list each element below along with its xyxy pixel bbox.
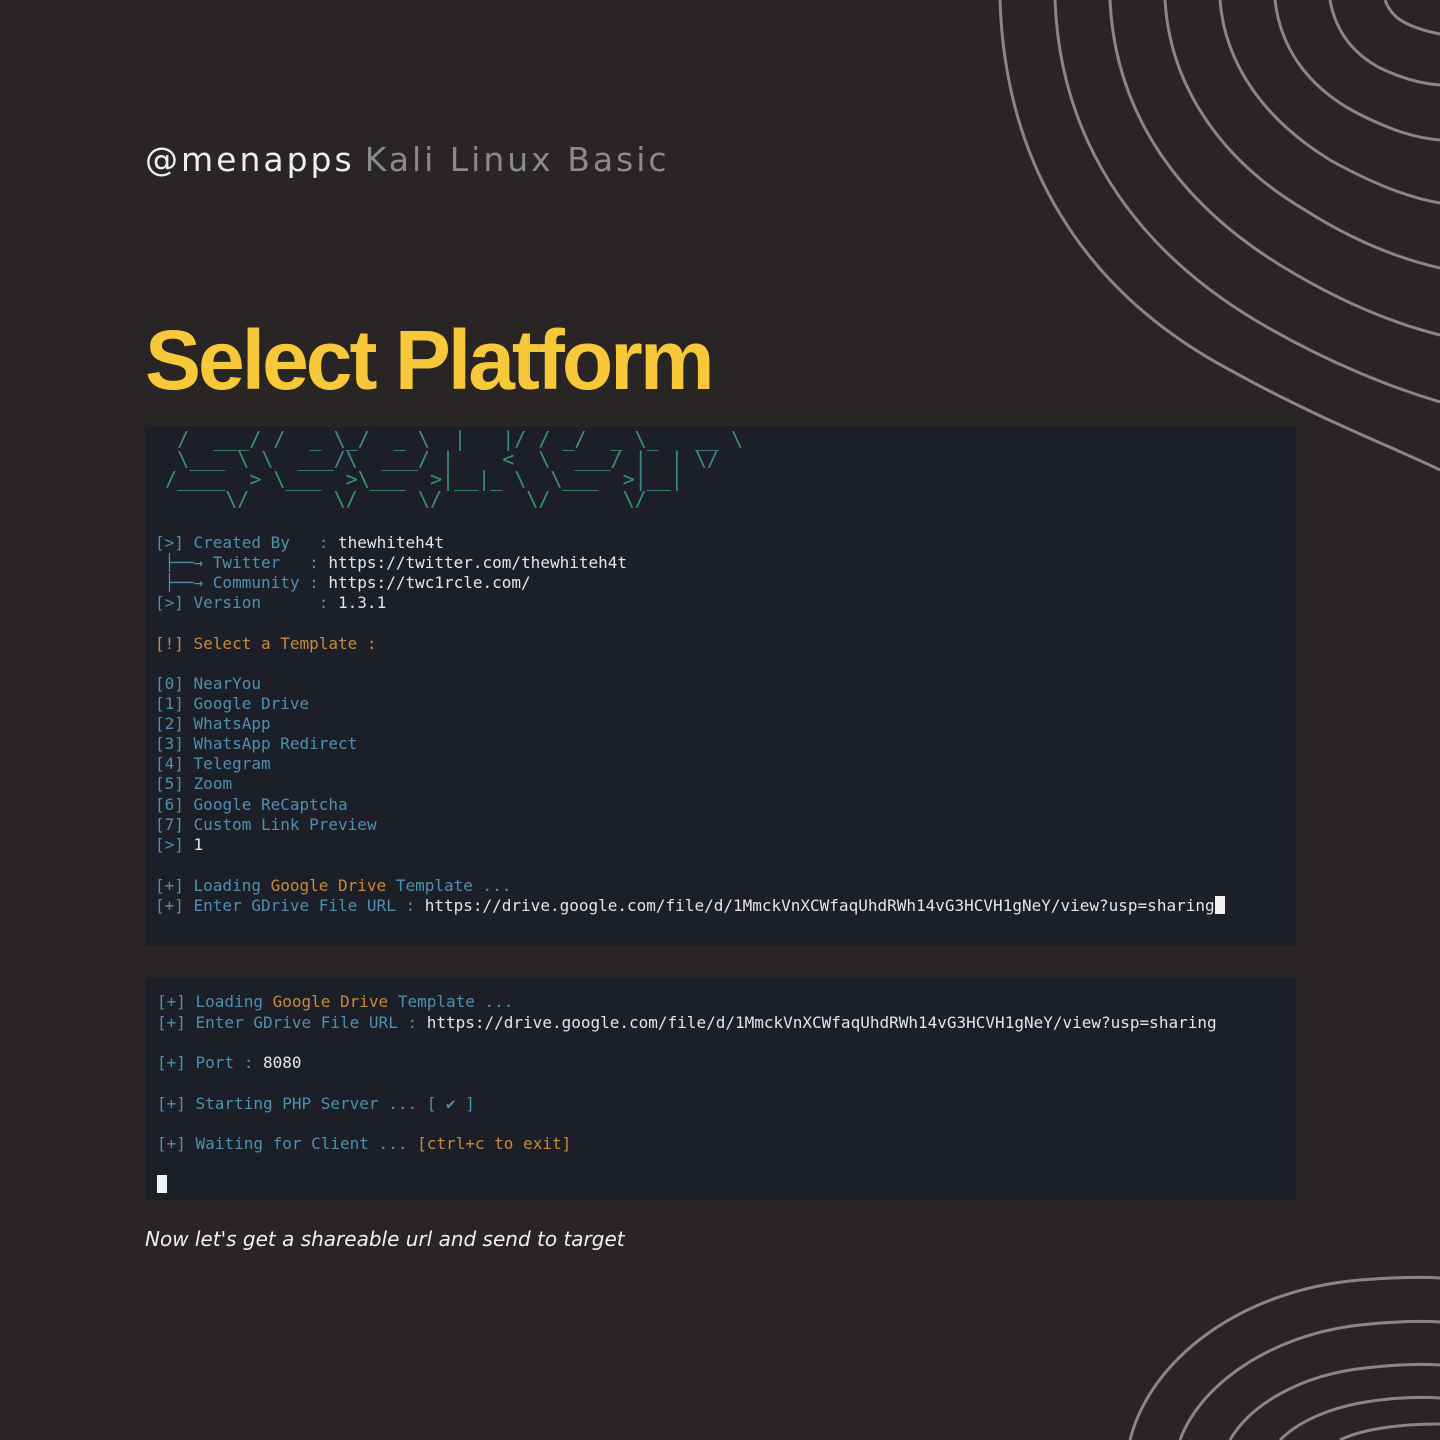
template-option-2: [2] WhatsApp — [155, 714, 271, 733]
info-line-created-by: [>] Created By : thewhiteh4t — [155, 533, 444, 552]
info-line-community: ├──→ Community : https://twc1rcle.com/ — [155, 573, 531, 592]
brand-header: @menapps Kali Linux Basic — [145, 140, 670, 179]
page-title: Select Platform — [145, 313, 715, 407]
template-option-6: [6] Google ReCaptcha — [155, 795, 348, 814]
port-line: [+] Port : 8080 — [157, 1053, 302, 1072]
template-option-0: [0] NearYou — [155, 674, 261, 693]
terminal-window-template-select: / ___/ / _ \_/ _ \ | |/ / _/ _ \_ __ \ \… — [145, 427, 1296, 946]
ascii-art-banner: / ___/ / _ \_/ _ \ | |/ / _/ _ \_ __ \ \… — [165, 427, 744, 511]
gdrive-url-line: [+] Enter GDrive File URL : https://driv… — [157, 1013, 1217, 1032]
brand-handle: @menapps — [145, 140, 355, 179]
info-line-version: [>] Version : 1.3.1 — [155, 593, 387, 612]
template-option-4: [4] Telegram — [155, 754, 271, 773]
gdrive-url-input[interactable]: [+] Enter GDrive File URL : https://driv… — [155, 896, 1225, 916]
template-prompt: [!] Select a Template : — [155, 634, 377, 653]
terminal-window-server: [+] Loading Google Drive Template ... [+… — [145, 977, 1296, 1200]
php-server-status-line: [+] Starting PHP Server ... [ ✔ ] — [157, 1094, 475, 1113]
loading-template-line: [+] Loading Google Drive Template ... — [155, 876, 512, 895]
terminal-cursor[interactable] — [157, 1175, 167, 1193]
info-line-twitter: ├──→ Twitter : https://twitter.com/thewh… — [155, 553, 628, 572]
loading-template-line: [+] Loading Google Drive Template ... — [157, 992, 514, 1011]
template-choice-input[interactable]: [>] 1 — [155, 835, 203, 855]
template-option-3: [3] WhatsApp Redirect — [155, 734, 358, 753]
checkmark-status: [ ✔ ] — [426, 1094, 475, 1113]
template-option-5: [5] Zoom — [155, 774, 233, 793]
terminal-cursor — [1214, 896, 1225, 914]
template-option-7: [7] Custom Link Preview — [155, 815, 377, 834]
brand-subtitle: Kali Linux Basic — [364, 140, 670, 179]
waiting-client-line: [+] Waiting for Client ... [ctrl+c to ex… — [157, 1134, 572, 1153]
caption-text: Now let's get a shareable url and send t… — [145, 1227, 625, 1251]
template-option-1: [1] Google Drive — [155, 694, 310, 713]
